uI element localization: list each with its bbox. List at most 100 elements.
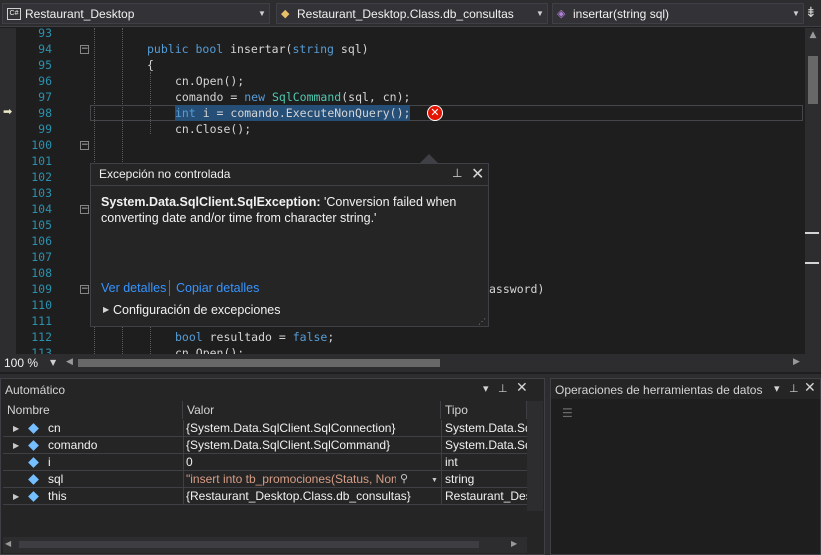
column-divider — [183, 471, 184, 488]
expand-arrow-icon[interactable]: ▶ — [103, 305, 109, 314]
variable-name: i — [48, 455, 51, 469]
copy-details-link[interactable]: Copiar detalles — [176, 281, 259, 295]
list-icon[interactable]: ☰ — [562, 406, 573, 420]
project-label: Restaurant_Desktop — [25, 6, 135, 21]
chevron-down-icon[interactable]: ▼ — [431, 472, 438, 489]
exception-settings-toggle[interactable]: Configuración de excepciones — [113, 303, 280, 317]
autos-vertical-scrollbar[interactable] — [527, 401, 543, 511]
view-details-link[interactable]: Ver detalles — [101, 281, 166, 295]
scroll-right-icon[interactable]: ▶ — [793, 357, 800, 367]
variable-icon — [28, 423, 39, 434]
column-divider — [183, 420, 184, 437]
variable-type: int — [445, 455, 458, 469]
line-number: 96 — [38, 74, 52, 88]
column-divider — [441, 471, 442, 488]
column-divider — [183, 437, 184, 454]
collapse-icon[interactable]: − — [80, 205, 89, 214]
code-line: { — [147, 58, 154, 72]
scroll-left-icon[interactable]: ◀ — [5, 539, 11, 548]
scroll-up-icon[interactable]: ▲ — [805, 30, 821, 44]
variable-name: comando — [48, 438, 98, 452]
close-icon[interactable]: ✕ — [516, 380, 528, 396]
data-tools-title: Operaciones de herramientas de datos — [555, 383, 763, 397]
variable-icon — [28, 474, 39, 485]
divider — [91, 185, 488, 186]
column-divider — [441, 420, 442, 437]
variable-type: System.Data.Sq — [445, 421, 528, 435]
expand-arrow-icon[interactable]: ▶ — [13, 437, 19, 454]
column-header-value[interactable]: Valor — [183, 401, 441, 419]
chevron-down-icon: ▼ — [536, 9, 544, 18]
project-dropdown[interactable]: C# Restaurant_Desktop ▼ — [2, 3, 270, 24]
variable-type: Restaurant_Des — [445, 489, 528, 503]
code-line-current: int i = comando.ExecuteNonQuery(); — [175, 105, 411, 121]
variable-row[interactable]: ▶ comando {System.Data.SqlClient.SqlComm… — [3, 437, 528, 454]
expand-arrow-icon[interactable]: ▶ — [13, 488, 19, 505]
code-line: cn.Close(); — [175, 122, 252, 136]
pin-icon[interactable]: ⊥ — [498, 382, 508, 395]
data-tools-content — [551, 399, 820, 554]
data-tools-operations-window: Operaciones de herramientas de datos ▾ ⊥… — [550, 378, 821, 555]
line-number: 101 — [31, 154, 52, 168]
variable-row[interactable]: ▶ this {Restaurant_Desktop.Class.db_cons… — [3, 488, 528, 505]
exception-message: System.Data.SqlClient.SqlException: 'Con… — [101, 195, 457, 225]
chevron-down-icon: ▼ — [792, 9, 800, 18]
exception-popup: Excepción no controlada ⊥ ✕ System.Data.… — [90, 163, 489, 327]
error-icon[interactable]: ✕ — [427, 105, 443, 121]
variable-name: sql — [48, 472, 64, 486]
variable-icon — [28, 457, 39, 468]
scroll-right-icon[interactable]: ▶ — [511, 539, 517, 548]
autos-window: Automático ▾ ⊥ ✕ Nombre Valor Tipo ▶ cn … — [0, 378, 545, 555]
window-menu-icon[interactable]: ▾ — [483, 382, 489, 395]
resize-grip-icon[interactable]: ⋰ — [478, 317, 486, 326]
variable-value: {System.Data.SqlClient.SqlCommand} — [186, 438, 391, 452]
scrollbar-thumb[interactable] — [19, 541, 479, 548]
scroll-left-icon[interactable]: ◀ — [66, 357, 73, 367]
member-dropdown[interactable]: ◈ insertar(string sql) ▼ — [552, 3, 804, 24]
chevron-down-icon: ▼ — [258, 9, 266, 18]
variable-value: 0 — [186, 455, 193, 469]
column-divider — [441, 488, 442, 505]
column-header-type[interactable]: Tipo — [441, 401, 527, 419]
variable-row[interactable]: i 0 int — [3, 454, 528, 471]
scroll-marker — [805, 262, 819, 264]
collapse-icon[interactable]: − — [80, 285, 89, 294]
line-number: 97 — [38, 90, 52, 104]
line-number: 108 — [31, 266, 52, 280]
variable-icon — [28, 491, 39, 502]
line-number: 105 — [31, 218, 52, 232]
column-divider — [441, 437, 442, 454]
execution-pointer-icon: ➡ — [3, 105, 13, 118]
code-line: assword) — [489, 282, 545, 296]
divider — [169, 280, 170, 296]
variable-row[interactable]: sql "insert into tb_promociones(Status, … — [3, 471, 528, 488]
split-window-icon[interactable]: ⇟ — [805, 5, 819, 21]
collapse-icon[interactable]: − — [80, 45, 89, 54]
collapse-icon[interactable]: − — [80, 141, 89, 150]
pin-icon[interactable]: ⊥ — [789, 382, 799, 395]
close-icon[interactable]: ✕ — [804, 380, 816, 396]
indent-guide — [150, 72, 151, 134]
line-number: 109 — [31, 282, 52, 296]
class-dropdown[interactable]: ◆ Restaurant_Desktop.Class.db_consultas … — [276, 3, 548, 24]
code-editor[interactable]: ➡ 93 94 95 96 97 98 99 100 101 102 103 1… — [0, 28, 805, 354]
scrollbar-thumb[interactable] — [808, 56, 818, 104]
chevron-down-icon[interactable]: ▼ — [50, 358, 56, 367]
magnifier-icon[interactable]: ⚲ — [400, 471, 408, 488]
exception-title: Excepción no controlada — [99, 167, 231, 181]
expand-arrow-icon[interactable]: ▶ — [13, 420, 19, 437]
code-line: bool resultado = false; — [175, 330, 335, 344]
variable-type: string — [445, 472, 475, 486]
line-number: 113 — [31, 346, 52, 354]
zoom-level[interactable]: 100 % — [4, 356, 38, 370]
window-menu-icon[interactable]: ▾ — [774, 382, 780, 395]
variable-value: "insert into tb_promociones(Status, Nomb… — [186, 472, 396, 486]
horizontal-scrollbar-thumb[interactable] — [78, 359, 440, 367]
column-header-name[interactable]: Nombre — [3, 401, 183, 419]
variable-icon — [28, 440, 39, 451]
pin-icon[interactable]: ⊥ — [452, 166, 462, 180]
close-icon[interactable]: ✕ — [471, 164, 484, 183]
variable-row[interactable]: ▶ cn {System.Data.SqlClient.SqlConnectio… — [3, 420, 528, 437]
line-number: 110 — [31, 298, 52, 312]
line-number: 100 — [31, 138, 52, 152]
